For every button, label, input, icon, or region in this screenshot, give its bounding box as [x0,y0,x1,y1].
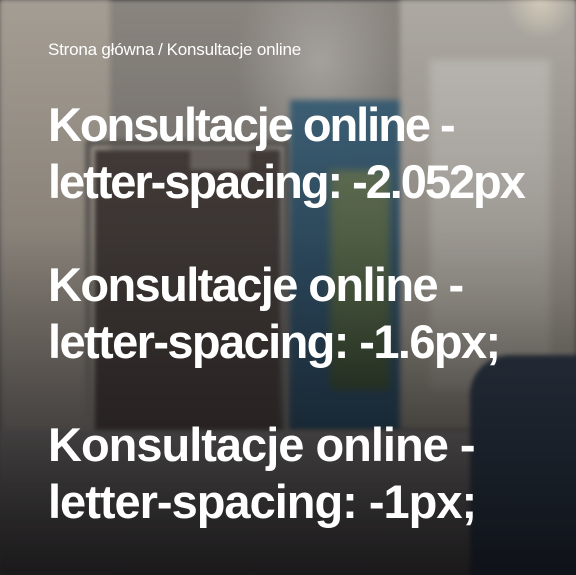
title-line-2: letter-spacing: -2.052px [48,155,526,208]
breadcrumb-current: Konsultacje online [166,40,302,59]
title-line-2: letter-spacing: -1px; [48,475,477,528]
title-line-2: letter-spacing: -1.6px; [48,315,501,368]
page-title-variant-1: Konsultacje online - letter-spacing: -2.… [48,96,576,210]
title-line-1: Konsultacje online - [48,418,476,471]
hero-content: Strona główna / Konsultacje online Konsult… [48,38,576,530]
title-line-1: Konsultacje online - [48,98,456,151]
page-title-variant-2: Konsultacje online - letter-spacing: -1.… [48,256,576,370]
breadcrumb-separator: / [158,40,163,59]
page-title-variant-3: Konsultacje online - letter-spacing: -1p… [48,416,576,530]
breadcrumb-home-link[interactable]: Strona główna [48,40,154,59]
title-line-1: Konsultacje online - [48,258,464,311]
breadcrumb: Strona główna / Konsultacje online [48,38,576,62]
